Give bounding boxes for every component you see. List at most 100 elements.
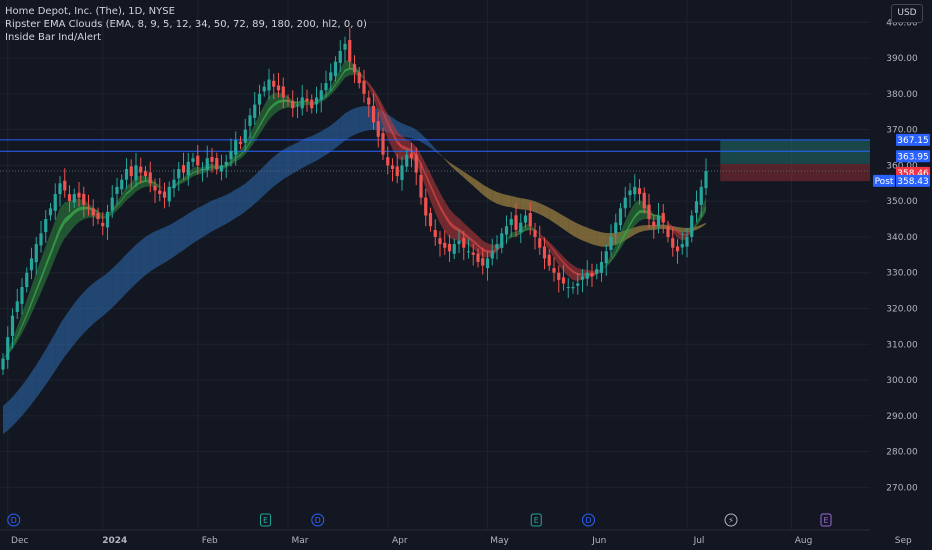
candle-body: [6, 337, 10, 360]
ema-cloud-34-50-segment: [193, 207, 198, 244]
candle-body: [704, 171, 708, 189]
candle-body: [253, 104, 257, 118]
ema-cloud-34-50-segment: [22, 379, 27, 416]
candle-body: [77, 192, 81, 198]
ema-cloud-34-50-segment: [506, 194, 512, 208]
ema-cloud-34-50-segment: [544, 205, 550, 220]
candle-body: [424, 197, 428, 216]
candle-body: [200, 168, 205, 170]
ema-cloud-34-50-segment: [278, 149, 284, 183]
ema-cloud-34-50-segment: [7, 396, 13, 431]
ema-cloud-34-50-segment: [554, 210, 559, 226]
candle-body: [324, 83, 328, 91]
candle-body: [381, 133, 385, 155]
ema-cloud-34-50-segment: [155, 229, 160, 269]
price-tick-label: 300.00: [886, 376, 918, 386]
price-tick-label: 350.00: [886, 197, 918, 207]
price-tick-label: 380.00: [886, 90, 918, 100]
ema-cloud-34-50-segment: [577, 223, 583, 241]
ema-cloud-34-50-segment: [159, 227, 165, 266]
candle-body: [604, 251, 608, 264]
ema-cloud-34-50-segment: [330, 121, 336, 152]
ema-cloud-34-50-segment: [601, 232, 607, 247]
candle-body: [34, 244, 38, 263]
ema-cloud-34-50-segment: [587, 227, 592, 245]
price-tick-label: 290.00: [886, 412, 918, 422]
candle-body: [1, 358, 5, 370]
candle-body: [428, 212, 433, 227]
indicator-inside-bar[interactable]: Inside Bar Ind/Alert: [5, 31, 367, 44]
time-tick-label: Sep: [895, 536, 912, 546]
ema-cloud-34-50-segment: [696, 224, 702, 230]
ema-cloud-34-50-segment: [112, 263, 117, 308]
ema-cloud-34-50-segment: [12, 391, 18, 426]
candle-body: [352, 64, 357, 73]
candle-body: [523, 215, 528, 223]
time-tick-label: Jul: [693, 536, 705, 546]
ema-cloud-34-50-segment: [497, 191, 502, 206]
ema-cloud-34-50-segment: [558, 212, 564, 230]
ema-cloud-34-50-segment: [17, 385, 22, 422]
event-markers: D E D E D ⚡ E: [7, 513, 832, 527]
ema-cloud-34-50-segment: [102, 272, 108, 317]
price-label-upper-line: 367.15: [897, 136, 929, 146]
candle-body: [618, 208, 623, 226]
candle-body: [547, 254, 551, 266]
ema-cloud-34-50-segment: [525, 198, 531, 211]
candle-body: [314, 97, 319, 105]
candle-body: [485, 258, 490, 269]
ema-cloud-34-50-segment: [573, 221, 578, 239]
earnings-marker-icon-letter: E: [534, 516, 539, 525]
ema-cloud-34-50-segment: [83, 287, 89, 334]
candle-body: [680, 244, 684, 248]
ema-cloud-34-50-segment: [307, 135, 312, 166]
dividend-marker-icon-letter: D: [585, 516, 591, 525]
currency-button[interactable]: USD: [891, 4, 923, 23]
candle-body: [243, 129, 247, 143]
candle-body: [63, 180, 67, 191]
time-tick-label: Dec: [11, 536, 28, 546]
ema-cloud-34-50-segment: [316, 131, 322, 161]
price-label-lower-line: 363.95: [897, 152, 929, 162]
ema-cloud-34-50-segment: [107, 268, 113, 313]
candle-body: [238, 141, 243, 144]
candle-body: [395, 166, 399, 177]
candle-body: [642, 192, 646, 209]
ema-cloud-34-50-segment: [549, 207, 554, 223]
candle-body: [134, 165, 138, 180]
candle-body: [281, 86, 285, 98]
candle-body: [272, 80, 276, 87]
price-chart[interactable]: 270.00 280.00 290.00 300.00 310.00 320.00 330.…: [0, 0, 932, 550]
ema-cloud-34-50-segment: [530, 199, 535, 213]
candle-body: [276, 85, 281, 91]
candle-body: [533, 229, 537, 237]
candle-body: [675, 246, 680, 252]
ema-cloud-34-50-segment: [402, 123, 407, 138]
candle-body: [167, 186, 171, 202]
ema-cloud-34-50-segment: [345, 110, 350, 141]
candle-body: [462, 238, 466, 248]
candle-body: [438, 238, 442, 245]
candle-body: [10, 315, 15, 336]
candle-body: [528, 212, 532, 227]
candle-body: [120, 179, 124, 190]
ema-cloud-34-50-segment: [421, 133, 426, 145]
symbol-title[interactable]: Home Depot, Inc. (The), 1D, NYSE: [5, 5, 367, 18]
price-tick-label: 310.00: [886, 340, 918, 350]
candle-body: [172, 179, 176, 189]
ema-cloud-34-50-segment: [440, 154, 445, 160]
candle-body: [86, 207, 91, 209]
candle-body: [419, 175, 423, 198]
ema-cloud-5-12-segment: [159, 186, 165, 191]
ema-cloud-34-50-segment: [520, 198, 526, 210]
ema-cloud-34-50-segment: [482, 184, 488, 199]
ema-cloud-34-50-segment: [245, 179, 250, 212]
candle-body: [191, 158, 195, 162]
indicator-ema-clouds[interactable]: Ripster EMA Clouds (EMA, 8, 9, 5, 12, 34…: [5, 18, 367, 31]
candle-body: [409, 153, 414, 159]
candle-body: [39, 233, 43, 246]
price-tick-label: 330.00: [886, 269, 918, 279]
candle-body: [514, 215, 518, 230]
candle-body: [647, 204, 651, 220]
candle-body: [614, 222, 618, 234]
